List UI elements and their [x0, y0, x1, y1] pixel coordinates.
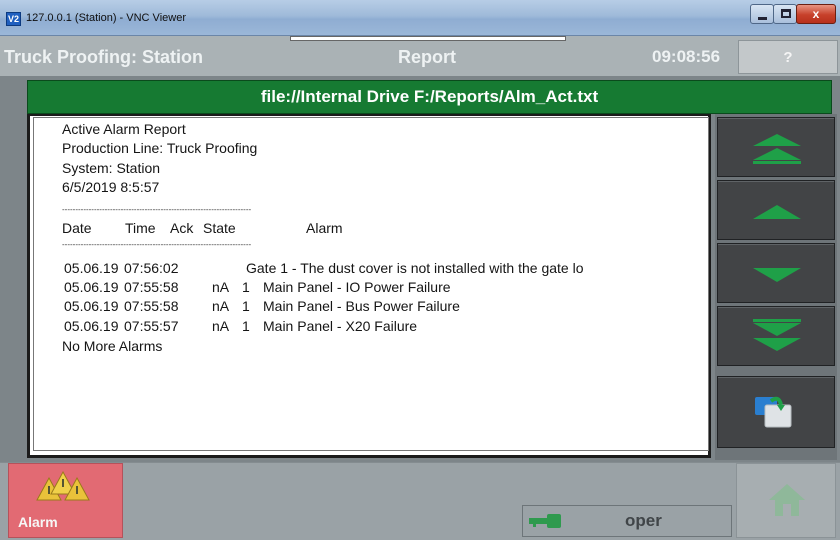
page-down-button[interactable]: [717, 306, 835, 366]
row-ack: nA: [212, 298, 230, 314]
row-date: 05.06.19: [64, 260, 119, 276]
close-button[interactable]: x: [796, 4, 836, 24]
home-button[interactable]: [736, 463, 836, 538]
report-date: 6/5/2019 8:5:57: [62, 179, 160, 195]
scroll-down-icon: [753, 268, 801, 282]
alarm-button-label: Alarm: [18, 514, 58, 530]
divider: ----------------------------------------…: [62, 205, 252, 214]
column-header-ack: Ack: [170, 220, 194, 236]
row-alarm: Gate 1 - The dust cover is not installed…: [246, 260, 584, 276]
section-title: Report: [398, 47, 456, 67]
window-title: 127.0.0.1 (Station) - VNC Viewer: [26, 12, 186, 24]
window-titlebar: V2 127.0.0.1 (Station) - VNC Viewer x: [0, 0, 840, 36]
vnc-app-icon: V2: [6, 12, 21, 26]
operator-level: oper: [625, 511, 662, 530]
close-icon: x: [812, 7, 820, 21]
row-time: 07:55:57: [124, 318, 179, 334]
row-state: 1: [242, 279, 250, 295]
page-up-double-icon: [753, 134, 801, 164]
row-time: 07:55:58: [124, 279, 179, 295]
home-icon: [769, 484, 805, 516]
row-date: 05.06.19: [64, 279, 119, 295]
minimize-button[interactable]: [750, 4, 774, 24]
column-header-date: Date: [62, 220, 92, 236]
scroll-up-button[interactable]: [717, 180, 835, 240]
row-time: 07:56:02: [124, 260, 179, 276]
maximize-icon: [781, 9, 791, 18]
column-header-state: State: [203, 220, 236, 236]
help-button[interactable]: ?: [738, 40, 838, 74]
window-switch-icon: [755, 396, 792, 428]
column-header-time: Time: [125, 220, 156, 236]
row-alarm: Main Panel - Bus Power Failure: [263, 298, 460, 314]
header-tab-indicator: [290, 36, 566, 41]
row-alarm: Main Panel - X20 Failure: [263, 318, 418, 334]
row-time: 07:55:58: [124, 298, 179, 314]
row-date: 05.06.19: [64, 298, 119, 314]
divider: ----------------------------------------…: [62, 240, 252, 249]
page-down-double-icon: [753, 319, 801, 351]
row-ack: nA: [212, 279, 230, 295]
switch-window-button[interactable]: [717, 376, 835, 448]
minimize-icon: [758, 17, 767, 20]
clock: 09:08:56: [652, 47, 721, 66]
row-date: 05.06.19: [64, 318, 119, 334]
row-state: 1: [242, 318, 250, 334]
report-title: Active Alarm Report: [62, 121, 186, 137]
page-up-button[interactable]: [717, 117, 835, 177]
report-footer: No More Alarms: [62, 338, 163, 354]
key-icon: [529, 514, 561, 528]
scroll-up-icon: [753, 205, 801, 219]
row-ack: nA: [212, 318, 230, 334]
row-alarm: Main Panel - IO Power Failure: [263, 279, 451, 295]
scroll-down-button[interactable]: [717, 243, 835, 303]
report-production-line: Production Line: Truck Proofing: [62, 140, 258, 156]
hmi-header: Truck Proofing: Station Report 09:08:56: [0, 36, 840, 76]
column-header-alarm: Alarm: [306, 220, 343, 236]
report-system: System: Station: [62, 160, 161, 176]
page-title: Truck Proofing: Station: [4, 47, 204, 67]
row-state: 1: [242, 298, 250, 314]
vnc-viewer-window: V2 127.0.0.1 (Station) - VNC Viewer x Tr…: [0, 0, 840, 540]
maximize-button[interactable]: [773, 4, 797, 24]
file-path-bar: file://Internal Drive F:/Reports/Alm_Act…: [27, 80, 832, 114]
alarm-icon: [36, 470, 90, 501]
